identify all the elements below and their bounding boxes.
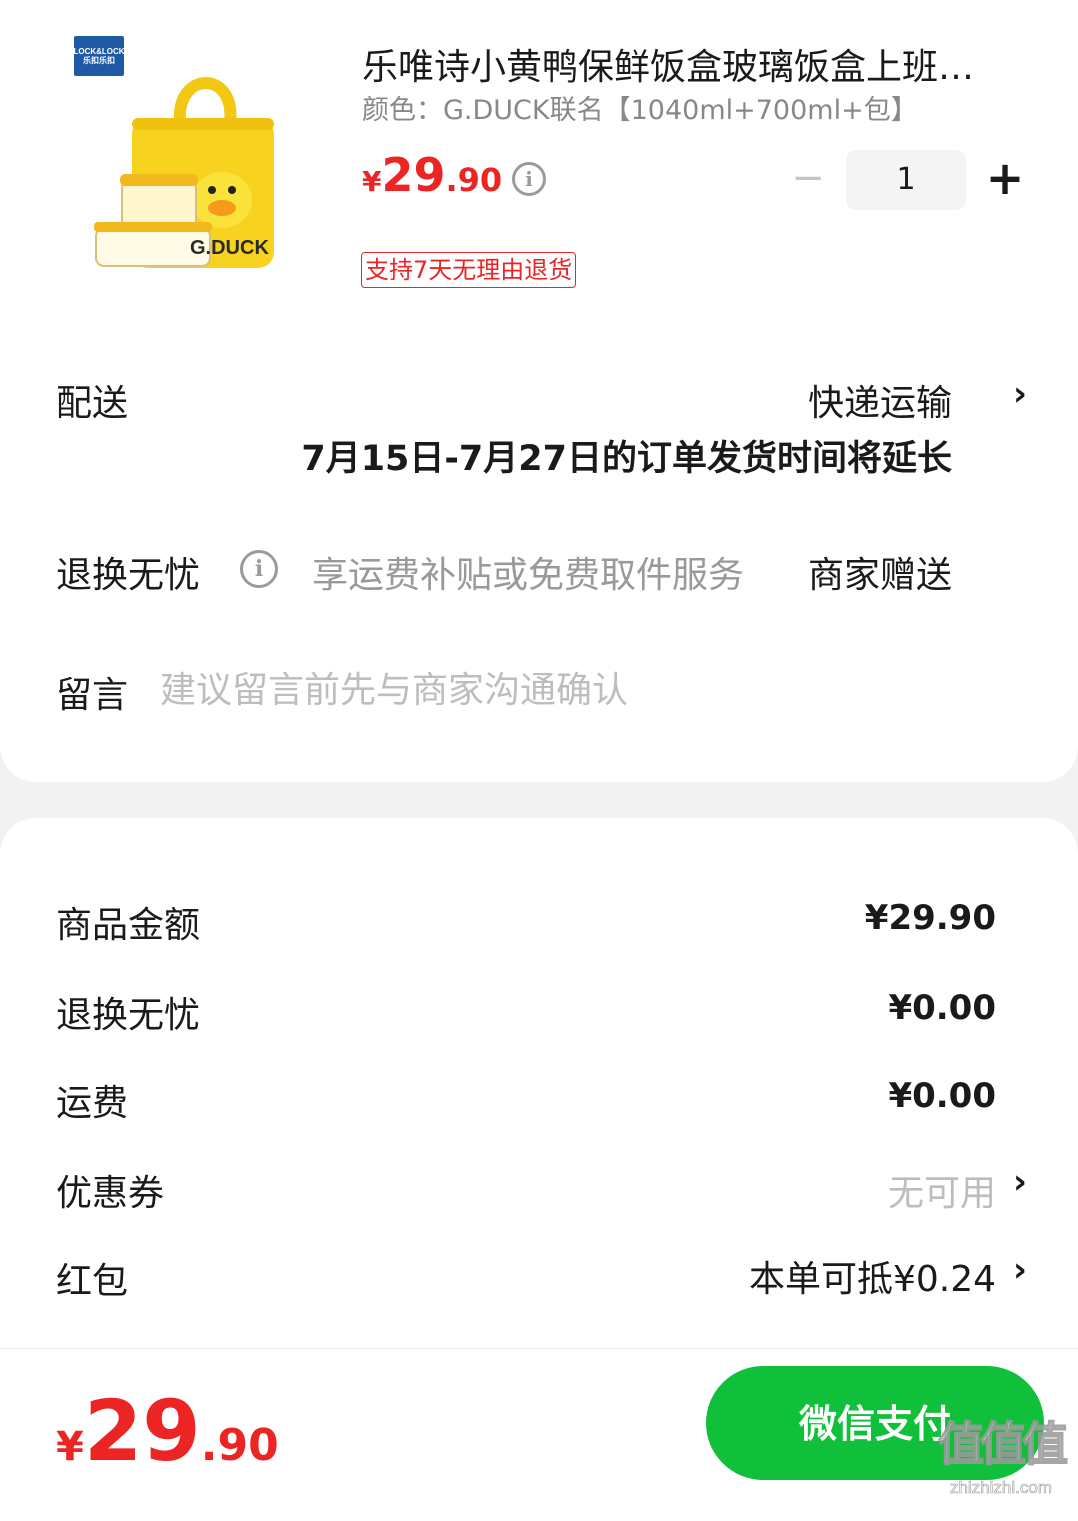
site-watermark: 值值值 zhizhizhi.com bbox=[928, 1408, 1074, 1516]
summary-label-coupon: 优惠券 bbox=[56, 1173, 165, 1214]
product-title[interactable]: 乐唯诗小黄鸭保鲜饭盒玻璃饭盒上班… bbox=[362, 44, 1032, 92]
summary-label-shipping: 运费 bbox=[56, 1083, 129, 1124]
summary-label-returns: 退换无忧 bbox=[56, 995, 201, 1036]
quantity-decrease-button[interactable]: − bbox=[788, 158, 828, 200]
delivery-method[interactable]: 快递运输 bbox=[808, 374, 952, 426]
message-input[interactable] bbox=[160, 666, 980, 714]
chevron-right-icon[interactable]: › bbox=[1006, 1250, 1034, 1290]
message-label: 留言 bbox=[56, 675, 129, 716]
summary-value-returns: ¥0.00 bbox=[888, 988, 996, 1028]
image-brand-text: G.DUCK bbox=[190, 237, 269, 259]
summary-label-goods: 商品金额 bbox=[56, 905, 201, 946]
quantity-increase-button[interactable]: + bbox=[984, 155, 1026, 201]
price-decimal: .90 bbox=[445, 161, 503, 199]
delivery-delay-note: 7月15日-7月27日的订单发货时间将延长 bbox=[301, 439, 952, 479]
product-price: ¥29.90 bbox=[362, 148, 502, 202]
returns-label: 退换无忧 bbox=[56, 555, 201, 596]
total-integer: 29 bbox=[83, 1382, 201, 1480]
total-price: ¥29.90 bbox=[56, 1382, 279, 1480]
product-thumbnail[interactable]: G.DUCK LOCK&LOCK 乐扣乐扣 bbox=[68, 30, 298, 280]
returns-gift-text: 商家赠送 bbox=[807, 555, 952, 596]
brand-logo: LOCK&LOCK 乐扣乐扣 bbox=[73, 36, 125, 76]
red-packet-selector[interactable]: 本单可抵¥0.24 bbox=[749, 1250, 996, 1302]
chevron-right-icon[interactable]: › bbox=[1006, 1162, 1034, 1202]
summary-value-goods: ¥29.90 bbox=[864, 898, 996, 938]
watermark-logo-text: 值值值 bbox=[937, 1416, 1069, 1472]
total-decimal: .90 bbox=[200, 1420, 279, 1471]
chevron-right-icon[interactable]: › bbox=[1006, 374, 1034, 414]
price-integer: 29 bbox=[381, 148, 446, 202]
delivery-label: 配送 bbox=[56, 383, 129, 424]
summary-value-shipping: ¥0.00 bbox=[888, 1076, 996, 1116]
returns-info-icon[interactable]: i bbox=[240, 550, 278, 588]
price-currency: ¥ bbox=[362, 165, 382, 198]
product-spec[interactable]: 颜色：G.DUCK联名【1040ml+700ml+包】 bbox=[362, 92, 918, 130]
coupon-selector[interactable]: 无可用 bbox=[888, 1164, 996, 1216]
total-currency: ¥ bbox=[56, 1424, 84, 1470]
quantity-input[interactable]: 1 bbox=[846, 150, 966, 210]
price-info-icon[interactable]: i bbox=[512, 162, 546, 196]
watermark-url: zhizhizhi.com bbox=[949, 1478, 1053, 1498]
returns-description: 享运费补贴或免费取件服务 bbox=[312, 555, 745, 596]
order-details-card: G.DUCK LOCK&LOCK 乐扣乐扣 乐唯诗小黄鸭保鲜饭盒玻璃饭盒上班… … bbox=[0, 0, 1078, 782]
return-policy-badge: 支持7天无理由退货 bbox=[361, 252, 577, 288]
summary-label-red-packet: 红包 bbox=[56, 1261, 129, 1302]
